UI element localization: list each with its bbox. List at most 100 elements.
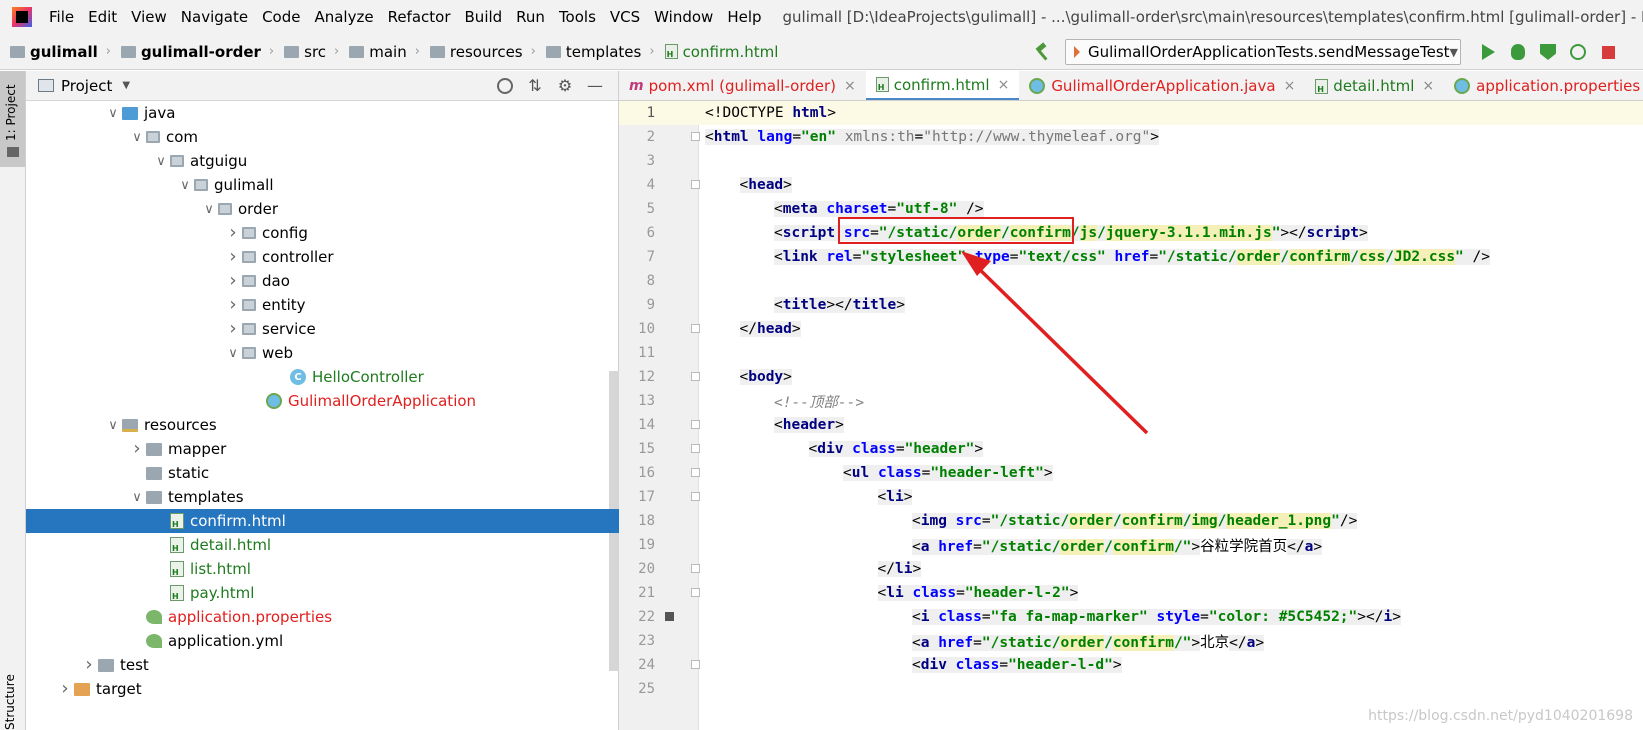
menu-navigate[interactable]: Navigate (174, 8, 255, 26)
folder-icon (146, 442, 162, 456)
menu-file[interactable]: File (42, 8, 81, 26)
coverage-button[interactable] (1533, 37, 1563, 67)
menu-view[interactable]: View (124, 8, 174, 26)
tree-item-com[interactable]: com (26, 125, 619, 149)
debug-button[interactable] (1503, 37, 1533, 67)
breadcrumb-item[interactable]: templates › (536, 43, 655, 61)
tree-item-atguigu[interactable]: atguigu (26, 149, 619, 173)
tree-item-label: mapper (168, 440, 227, 458)
tree-item-web[interactable]: web (26, 341, 619, 365)
tree-item-gulimall[interactable]: gulimall (26, 173, 619, 197)
chevron-down-icon[interactable]: ▼ (122, 80, 130, 91)
collapse-all-button[interactable]: ⇅ (520, 74, 550, 98)
tree-item-application-properties[interactable]: application.properties (26, 605, 619, 629)
navigation-bar: gulimall › gulimall-order › src › main › resourc… (0, 34, 1643, 70)
tree-item-config[interactable]: config (26, 221, 619, 245)
html-icon (170, 585, 184, 601)
tree-item-gulimallorderapplication[interactable]: GulimallOrderApplication (26, 389, 619, 413)
tree-item-java[interactable]: java (26, 101, 619, 125)
tree-item-application-yml[interactable]: application.yml (26, 629, 619, 653)
tree-item-mapper[interactable]: mapper (26, 437, 619, 461)
run-configuration-select[interactable]: GulimallOrderApplicationTests.sendMessag… (1065, 39, 1461, 65)
chevron-right-icon[interactable] (128, 442, 146, 457)
menu-run[interactable]: Run (509, 8, 552, 26)
chevron-down-icon[interactable] (104, 106, 122, 121)
project-panel-title[interactable]: Project (61, 77, 112, 95)
menu-window[interactable]: Window (647, 8, 720, 26)
tab-confirm-html[interactable]: confirm.html × (865, 71, 1020, 100)
chevron-right-icon[interactable] (224, 298, 242, 313)
tree-item-hellocontroller[interactable]: C HelloController (26, 365, 619, 389)
chevron-down-icon[interactable] (128, 130, 146, 145)
tree-item-dao[interactable]: dao (26, 269, 619, 293)
tree-item-controller[interactable]: controller (26, 245, 619, 269)
more-button[interactable] (1623, 37, 1643, 67)
hide-button[interactable]: — (580, 74, 610, 98)
breadcrumb-item[interactable]: src › (274, 43, 339, 61)
chevron-right-icon[interactable] (224, 322, 242, 337)
tree-item-label: target (96, 680, 142, 698)
close-icon[interactable]: × (844, 78, 856, 94)
folder-icon (10, 45, 25, 58)
profile-button[interactable] (1563, 37, 1593, 67)
chevron-down-icon[interactable] (224, 346, 242, 361)
menu-code[interactable]: Code (255, 8, 307, 26)
chevron-right-icon[interactable] (56, 682, 74, 697)
chevron-down-icon[interactable] (152, 154, 170, 169)
chevron-right-icon[interactable] (224, 226, 242, 241)
tree-item-pay-html[interactable]: pay.html (26, 581, 619, 605)
menu-edit[interactable]: Edit (81, 8, 124, 26)
tree-item-service[interactable]: service (26, 317, 619, 341)
tree-item-detail-html[interactable]: detail.html (26, 533, 619, 557)
tree-item-list-html[interactable]: list.html (26, 557, 619, 581)
chevron-right-icon[interactable] (80, 658, 98, 673)
menu-vcs[interactable]: VCS (603, 8, 647, 26)
structure-tool-button[interactable]: Structure (3, 674, 17, 730)
tree-item-target[interactable]: target (26, 677, 619, 701)
close-icon[interactable]: × (1422, 78, 1434, 94)
menu-refactor[interactable]: Refactor (381, 8, 458, 26)
tree-item-label: dao (262, 272, 290, 290)
tree-item-resources[interactable]: resources (26, 413, 619, 437)
tree-item-templates[interactable]: templates (26, 485, 619, 509)
chevron-down-icon[interactable] (200, 202, 218, 217)
menu-build[interactable]: Build (458, 8, 510, 26)
tree-item-label: GulimallOrderApplication (288, 392, 477, 410)
chevron-down-icon[interactable] (128, 490, 146, 505)
breadcrumb-label: resources (449, 42, 523, 61)
menu-analyze[interactable]: Analyze (307, 8, 380, 26)
tab-pom-xml-gulimall-order-[interactable]: m pom.xml (gulimall-order) × (619, 71, 866, 100)
tree-item-entity[interactable]: entity (26, 293, 619, 317)
chevron-down-icon[interactable] (176, 178, 194, 193)
chevron-down-icon: ▼ (1449, 45, 1458, 59)
close-icon[interactable]: × (998, 77, 1010, 93)
tab-detail-html[interactable]: detail.html × (1305, 71, 1444, 100)
project-tool-button[interactable]: 1: Project (0, 71, 25, 167)
stop-button[interactable] (1593, 37, 1623, 67)
tab-gulimallorderapplication-java[interactable]: GulimallOrderApplication.java × (1019, 71, 1305, 100)
crosshair-icon (497, 77, 513, 94)
tree-item-confirm-html[interactable]: confirm.html (26, 509, 619, 533)
tree-item-test[interactable]: test (26, 653, 619, 677)
locate-file-button[interactable] (490, 74, 520, 98)
breadcrumb-item[interactable]: gulimall › (0, 43, 111, 61)
tree-item-order[interactable]: order (26, 197, 619, 221)
pkg-icon (146, 131, 160, 143)
close-icon[interactable]: × (1284, 78, 1296, 94)
tab-application-properties[interactable]: application.properties (1444, 71, 1643, 100)
breadcrumb-item[interactable]: main › (339, 43, 420, 61)
code-editor[interactable]: 1 <!DOCTYPE html> 2 <html lang="en" xmlns:t… (619, 101, 1643, 730)
build-hammer-icon[interactable] (1033, 43, 1051, 61)
breadcrumb-file[interactable]: confirm.html (655, 43, 778, 61)
folder-icon (284, 45, 300, 58)
menu-tools[interactable]: Tools (552, 8, 603, 26)
chevron-right-icon[interactable] (224, 274, 242, 289)
run-button[interactable] (1473, 37, 1503, 67)
menu-help[interactable]: Help (720, 8, 768, 26)
breadcrumb-item[interactable]: resources › (420, 43, 536, 61)
settings-button[interactable]: ⚙ (550, 74, 580, 98)
chevron-right-icon[interactable] (224, 250, 242, 265)
breadcrumb-item[interactable]: gulimall-order › (111, 43, 274, 61)
tree-item-static[interactable]: static (26, 461, 619, 485)
chevron-down-icon[interactable] (104, 418, 122, 433)
